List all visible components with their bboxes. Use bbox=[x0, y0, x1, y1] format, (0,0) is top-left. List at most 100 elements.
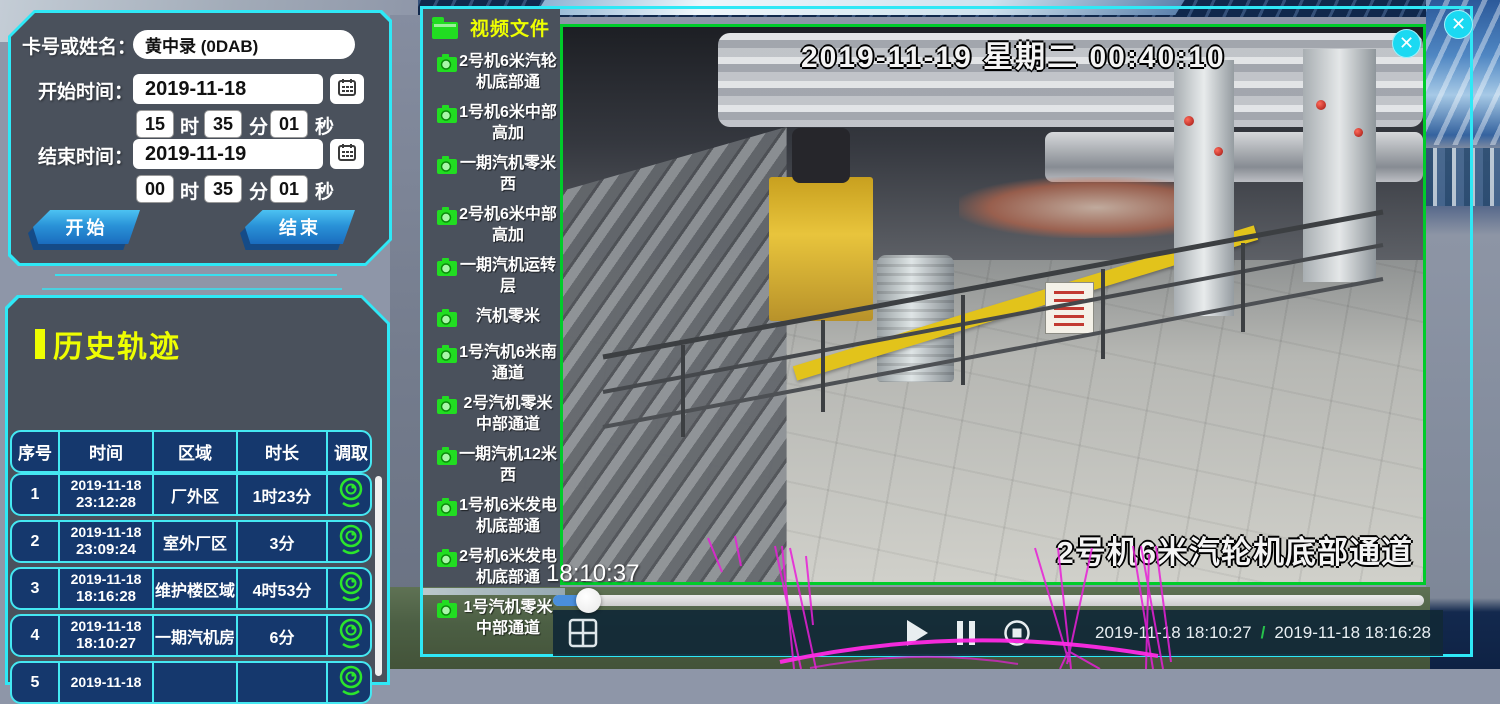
video-file-item[interactable]: 一期汽机运转层 bbox=[436, 255, 560, 297]
panel-close-button[interactable]: ✕ bbox=[1444, 10, 1473, 39]
table-row[interactable]: 2 2019-11-18 23:09:24 室外厂区 3分 bbox=[10, 520, 372, 563]
pause-button[interactable] bbox=[955, 620, 977, 646]
minute-unit-label: 分 bbox=[249, 177, 268, 204]
video-file-label: 2号机6米发电机底部通 bbox=[458, 546, 558, 588]
end-minute-input[interactable]: 35 bbox=[204, 175, 242, 203]
video-file-item[interactable]: 2号机6米发电机底部通 bbox=[436, 546, 560, 588]
row-number-cell: 1 bbox=[12, 475, 58, 514]
video-file-label: 1号汽机零米中部通道 bbox=[458, 597, 558, 639]
video-file-item[interactable]: 1号汽机零米中部通道 bbox=[436, 597, 560, 639]
video-file-item[interactable]: 一期汽机12米西 bbox=[436, 444, 560, 486]
camera-icon bbox=[436, 395, 458, 420]
grid-layout-button[interactable] bbox=[567, 617, 599, 649]
start-search-button[interactable]: 开始 bbox=[33, 210, 140, 244]
end-search-button[interactable]: 结束 bbox=[245, 210, 355, 244]
card-name-input[interactable]: 黄中录 (0DAB) bbox=[133, 30, 355, 59]
row-time-cell: 2019-11-18 23:09:24 bbox=[58, 522, 152, 561]
row-duration-cell: 3分 bbox=[236, 522, 326, 561]
row-retrieve-cell bbox=[326, 616, 372, 655]
webcam-icon[interactable] bbox=[335, 664, 367, 701]
history-title-row: 历史轨迹 bbox=[35, 322, 181, 366]
video-file-item[interactable]: 2号汽机零米中部通道 bbox=[436, 393, 560, 435]
column-header-retrieve: 调取 bbox=[326, 432, 372, 471]
video-file-title: 视频文件 bbox=[470, 14, 550, 41]
video-file-label: 1号机6米发电机底部通 bbox=[458, 495, 558, 537]
end-second-input[interactable]: 01 bbox=[270, 175, 308, 203]
end-date-calendar-button[interactable] bbox=[330, 139, 364, 169]
progress-bar-track[interactable] bbox=[553, 595, 1424, 606]
video-file-item[interactable]: 1号汽机6米南通道 bbox=[436, 342, 560, 384]
stop-button[interactable] bbox=[1003, 619, 1031, 647]
player-close-button[interactable]: ✕ bbox=[1392, 29, 1421, 58]
row-duration-cell: 6分 bbox=[236, 616, 326, 655]
video-file-label: 1号汽机6米南通道 bbox=[458, 342, 558, 384]
card-name-label: 卡号或姓名： bbox=[22, 32, 136, 59]
column-header-time: 时间 bbox=[58, 432, 152, 471]
row-retrieve-cell bbox=[326, 569, 372, 608]
row-retrieve-cell bbox=[326, 475, 372, 514]
start-minute-input[interactable]: 35 bbox=[204, 110, 242, 138]
table-row[interactable]: 1 2019-11-18 23:12:28 厂外区 1时23分 bbox=[10, 473, 372, 516]
start-date-calendar-button[interactable] bbox=[330, 74, 364, 104]
video-file-item[interactable]: 1号机6米发电机底部通 bbox=[436, 495, 560, 537]
video-file-panel: 视频文件 2号机6米汽轮机底部通 1号机6米中部高加 一期汽机零米西 2号机6米… bbox=[424, 14, 560, 648]
osd-datetime: 2019-11-19 星期二 00:40:10 bbox=[801, 32, 1226, 76]
play-button[interactable] bbox=[905, 619, 929, 647]
start-second-input[interactable]: 01 bbox=[270, 110, 308, 138]
playback-time-range: 2019-11-18 18:10:27 / 2019-11-18 18:16:2… bbox=[1095, 623, 1431, 643]
column-header-no: 序号 bbox=[12, 432, 58, 471]
frame-decor-line-2 bbox=[42, 288, 342, 290]
end-time-label: 结束时间： bbox=[38, 142, 133, 169]
frame-decor-line-1 bbox=[55, 274, 337, 276]
end-hour-input[interactable]: 00 bbox=[136, 175, 174, 203]
row-number-cell: 3 bbox=[12, 569, 58, 608]
webcam-icon[interactable] bbox=[335, 523, 367, 560]
video-file-item[interactable]: 一期汽机零米西 bbox=[436, 153, 560, 195]
range-end-time: 2019-11-18 18:16:28 bbox=[1274, 623, 1431, 643]
camera-icon bbox=[436, 344, 458, 369]
pause-icon bbox=[955, 620, 977, 646]
row-time-cell: 2019-11-18 18:16:28 bbox=[58, 569, 152, 608]
video-file-item[interactable]: 1号机6米中部高加 bbox=[436, 102, 560, 144]
photo-railings bbox=[563, 27, 1423, 582]
camera-icon bbox=[436, 497, 458, 522]
row-duration-cell: 4时53分 bbox=[236, 569, 326, 608]
webcam-icon[interactable] bbox=[335, 617, 367, 654]
video-file-item[interactable]: 汽机零米 bbox=[436, 306, 560, 333]
camera-icon bbox=[436, 599, 458, 624]
table-row[interactable]: 4 2019-11-18 18:10:27 一期汽机房 6分 bbox=[10, 614, 372, 657]
row-retrieve-cell bbox=[326, 522, 372, 561]
video-file-item[interactable]: 2号机6米中部高加 bbox=[436, 204, 560, 246]
table-row[interactable]: 5 2019-11-18 bbox=[10, 661, 372, 704]
camera-icon bbox=[436, 308, 458, 333]
video-file-label: 1号机6米中部高加 bbox=[458, 102, 558, 144]
camera-icon bbox=[436, 53, 458, 78]
history-scrollbar[interactable] bbox=[375, 476, 382, 676]
stop-icon bbox=[1003, 619, 1031, 647]
minute-unit-label: 分 bbox=[249, 112, 268, 139]
camera-icon bbox=[436, 257, 458, 282]
osd-camera-name: 2号机6米汽轮机底部通道 bbox=[1057, 527, 1413, 572]
hour-unit-label: 时 bbox=[180, 177, 199, 204]
column-header-duration: 时长 bbox=[236, 432, 326, 471]
playback-control-bar: 2019-11-18 18:10:27 / 2019-11-18 18:16:2… bbox=[553, 610, 1443, 656]
video-file-label: 2号机6米中部高加 bbox=[458, 204, 558, 246]
webcam-icon[interactable] bbox=[335, 570, 367, 607]
video-file-label: 2号汽机零米中部通道 bbox=[458, 393, 558, 435]
progress-thumb[interactable] bbox=[576, 588, 601, 613]
end-date-input[interactable]: 2019-11-19 bbox=[133, 139, 323, 169]
webcam-icon[interactable] bbox=[335, 476, 367, 513]
table-row[interactable]: 3 2019-11-18 18:16:28 维护楼区域 4时53分 bbox=[10, 567, 372, 610]
row-area-cell: 一期汽机房 bbox=[152, 616, 236, 655]
column-header-area: 区域 bbox=[152, 432, 236, 471]
video-file-item[interactable]: 2号机6米汽轮机底部通 bbox=[436, 51, 560, 93]
start-date-input[interactable]: 2019-11-18 bbox=[133, 74, 323, 104]
history-title: 历史轨迹 bbox=[53, 322, 181, 366]
title-accent-bar bbox=[35, 329, 45, 359]
start-hour-input[interactable]: 15 bbox=[136, 110, 174, 138]
video-file-label: 汽机零米 bbox=[458, 306, 558, 327]
range-start-time: 2019-11-18 18:10:27 bbox=[1095, 623, 1252, 643]
camera-icon bbox=[436, 548, 458, 573]
playback-current-time: 18:10:37 bbox=[546, 560, 639, 588]
video-file-label: 一期汽机零米西 bbox=[458, 153, 558, 195]
